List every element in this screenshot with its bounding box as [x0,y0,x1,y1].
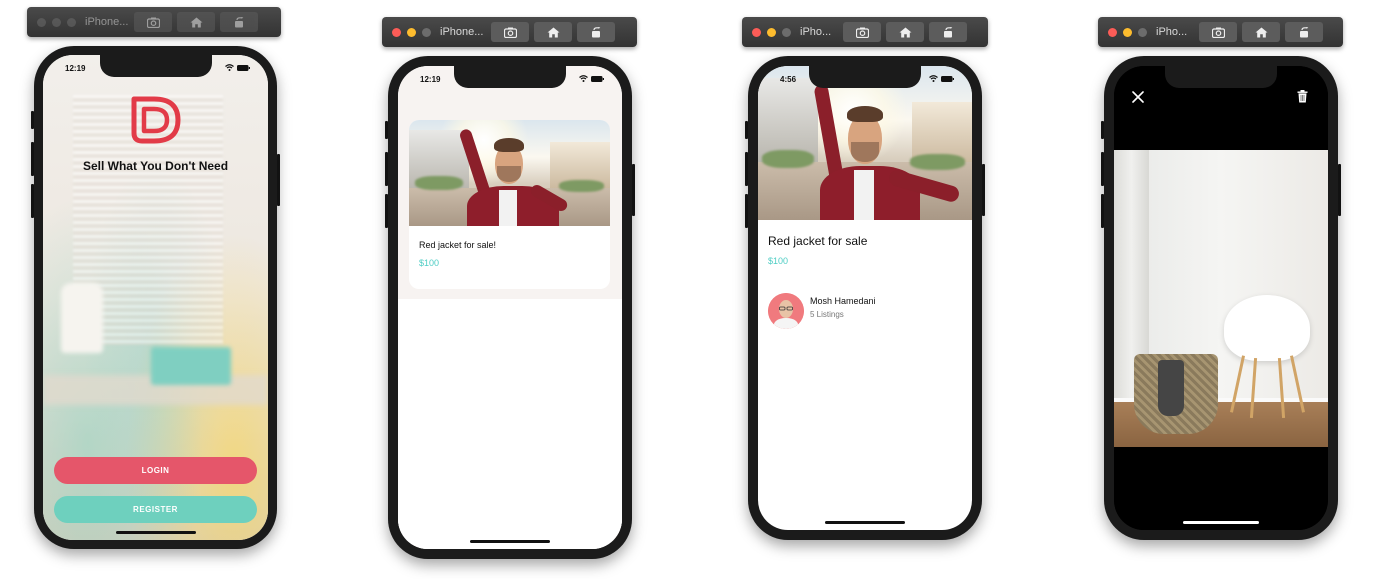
zoom-window-button[interactable] [67,17,76,27]
home-button[interactable] [534,22,572,42]
minimize-window-button[interactable] [52,17,61,27]
status-time: 12:19 [420,75,441,84]
app-logo-icon [131,96,180,144]
rotate-icon [943,26,952,37]
home-icon [899,27,911,37]
close-icon[interactable] [1132,91,1144,103]
rotate-icon [234,16,243,27]
simulator-toolbar: iPho... [1098,17,1343,47]
wifi-icon [579,75,588,82]
minimize-window-button[interactable] [1123,27,1132,37]
screenshot-icon [855,27,869,38]
listing-title: Red jacket for sale! [419,240,497,250]
screenshot-button[interactable] [1199,22,1237,42]
seller-name: Mosh Hamedani [810,296,876,306]
listing-price: $100 [768,256,789,266]
home-indicator [825,521,905,524]
listing-title: Red jacket for sale [768,234,868,248]
iphone-frame: 12:19 Red jacket for sale! $100 [385,56,635,559]
app-tagline: Sell What You Don't Need [82,159,229,173]
listing-image [758,66,972,220]
listing-price: $100 [419,258,440,268]
trash-icon[interactable] [1297,90,1308,103]
zoom-window-button[interactable] [422,27,431,37]
status-icons [225,64,250,71]
iphone-frame: 4:56 Red jacket for sale $100 Mosh Hamed… [745,56,985,540]
seller-photo [768,293,804,329]
simulator-toolbar: iPho... [742,17,988,47]
listing-details-screen: 4:56 Red jacket for sale $100 Mosh Hamed… [758,66,972,530]
battery-icon [237,64,250,71]
home-button[interactable] [886,22,924,42]
simulator-title: iPho... [1156,26,1188,38]
wifi-icon [929,75,938,82]
simulator-toolbar: iPhone... [382,17,637,47]
listing-card[interactable]: Red jacket for sale! $100 [409,120,610,289]
home-indicator [470,540,550,543]
screenshot-icon [503,27,517,38]
image-viewer-screen [1114,66,1328,530]
home-icon [547,27,559,37]
close-window-button[interactable] [752,27,761,37]
home-button[interactable] [1242,22,1280,42]
home-icon [1255,27,1267,37]
iphone-frame [1101,56,1341,540]
simulator-title: iPho... [800,26,832,38]
home-indicator [115,531,196,534]
iphone-frame: 12:19 Sell What You Don't Need LOGIN REG… [31,46,280,549]
minimize-window-button[interactable] [767,27,776,37]
close-window-button[interactable] [392,27,401,37]
notch [99,55,212,77]
rotate-button[interactable] [1285,22,1323,42]
rotate-button[interactable] [220,12,258,32]
listing-image [409,120,610,226]
listings-screen: 12:19 Red jacket for sale! $100 [398,66,622,549]
close-window-button[interactable] [1108,27,1117,37]
status-icons [579,75,604,82]
simulator-title: iPhone... [440,26,484,38]
close-window-button[interactable] [37,17,46,27]
login-button[interactable]: LOGIN [54,457,257,484]
status-time: 12:19 [65,64,86,73]
wifi-icon [225,64,234,71]
minimize-window-button[interactable] [407,27,416,37]
home-button[interactable] [177,12,215,32]
simulator-toolbar: iPhone... [27,7,281,37]
full-image [1114,150,1328,447]
notch [1165,66,1277,88]
battery-icon [941,75,954,82]
rotate-icon [1299,26,1308,37]
screenshot-icon [1211,27,1225,38]
register-button[interactable]: REGISTER [54,496,257,523]
zoom-window-button[interactable] [782,27,791,37]
rotate-button[interactable] [577,22,615,42]
screenshot-button[interactable] [134,12,172,32]
welcome-screen: 12:19 Sell What You Don't Need LOGIN REG… [43,55,268,540]
notch [454,66,566,88]
simulator-title: iPhone... [85,16,129,28]
screenshot-button[interactable] [491,22,529,42]
zoom-window-button[interactable] [1138,27,1147,37]
home-indicator [1183,521,1259,524]
rotate-button[interactable] [929,22,967,42]
app-logo [128,95,184,150]
seller-avatar[interactable] [768,293,804,329]
status-icons [929,75,954,82]
rotate-icon [591,26,600,37]
notch [809,66,921,88]
seller-listings-count: 5 Listings [810,310,844,319]
status-time: 4:56 [780,75,797,84]
battery-icon [591,75,604,82]
screenshot-button[interactable] [843,22,881,42]
screenshot-icon [146,17,160,28]
home-icon [190,17,202,27]
